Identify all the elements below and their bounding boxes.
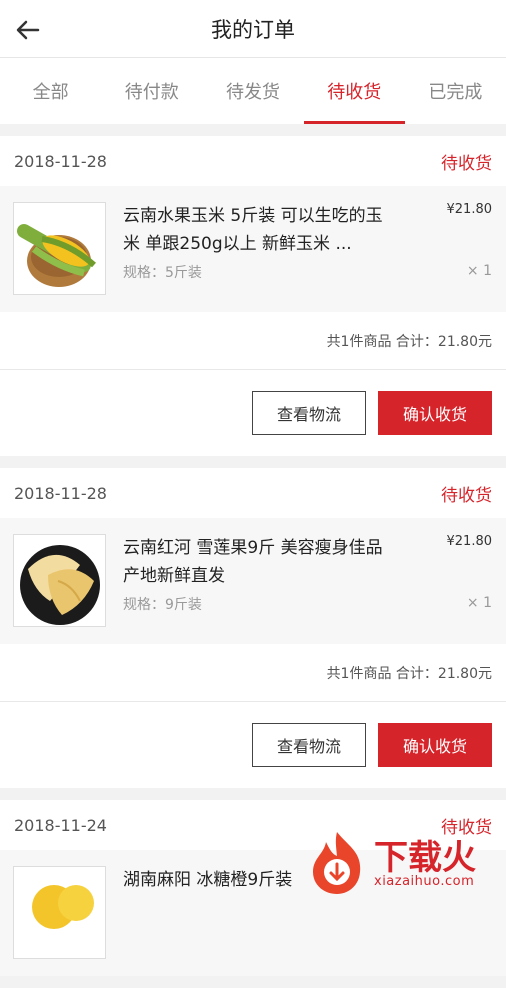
order-total: 共1件商品 合计：21.80元 [0,644,506,702]
tab-pending-receipt[interactable]: 待收货 [304,58,405,124]
tab-pending-shipment[interactable]: 待发货 [202,58,303,124]
product-quantity: × 1 [467,263,492,279]
product-price: ¥21.80 [447,202,493,217]
tab-completed[interactable]: 已完成 [405,58,506,124]
order-date: 2018-11-28 [14,152,107,171]
view-logistics-button[interactable]: 查看物流 [252,391,366,435]
order-header: 2018-11-28 待收货 [0,468,506,518]
header-bar: 我的订单 [0,0,506,58]
order-status: 待收货 [441,149,492,174]
order-item[interactable]: 云南红河 雪莲果9斤 美容瘦身佳品 产地新鲜直发 规格：9斤装 ¥21.80 ×… [0,518,506,644]
order-item[interactable]: 云南水果玉米 5斤装 可以生吃的玉米 单跟250g以上 新鲜玉米 ... 规格：… [0,186,506,312]
product-image-corn [13,202,106,295]
order-date: 2018-11-28 [14,484,107,503]
confirm-receipt-button[interactable]: 确认收货 [378,723,492,767]
product-name: 云南红河 雪莲果9斤 美容瘦身佳品 产地新鲜直发 [123,534,383,590]
confirm-receipt-button[interactable]: 确认收货 [378,391,492,435]
order-card: 2018-11-28 待收货 云南红河 雪莲果9斤 美容瘦身佳品 产地新鲜直发 … [0,468,506,788]
site-watermark: 下载火 xiazaihuo.com [302,828,502,898]
order-actions: 查看物流 确认收货 [0,370,506,456]
view-logistics-button[interactable]: 查看物流 [252,723,366,767]
product-price: ¥21.80 [447,534,493,549]
order-actions: 查看物流 确认收货 [0,702,506,788]
product-spec: 规格：9斤装 [123,594,202,614]
order-tabs: 全部 待付款 待发货 待收货 已完成 [0,58,506,124]
order-header: 2018-11-28 待收货 [0,136,506,186]
flame-logo-icon [302,828,372,898]
order-status: 待收货 [441,481,492,506]
tab-pending-payment[interactable]: 待付款 [101,58,202,124]
watermark-text: 下载火 [374,830,476,879]
product-image-orange [13,866,106,959]
page-title: 我的订单 [0,14,506,44]
product-image-yacon [13,534,106,627]
order-date: 2018-11-24 [14,816,107,835]
order-total: 共1件商品 合计：21.80元 [0,312,506,370]
product-name: 云南水果玉米 5斤装 可以生吃的玉米 单跟250g以上 新鲜玉米 ... [123,202,383,258]
tab-all[interactable]: 全部 [0,58,101,124]
order-card: 2018-11-28 待收货 云南水果玉米 5斤装 可以生吃的玉米 单跟250g… [0,136,506,456]
product-quantity: × 1 [467,595,492,611]
product-spec: 规格：5斤装 [123,262,202,282]
watermark-url: xiazaihuo.com [374,874,474,889]
